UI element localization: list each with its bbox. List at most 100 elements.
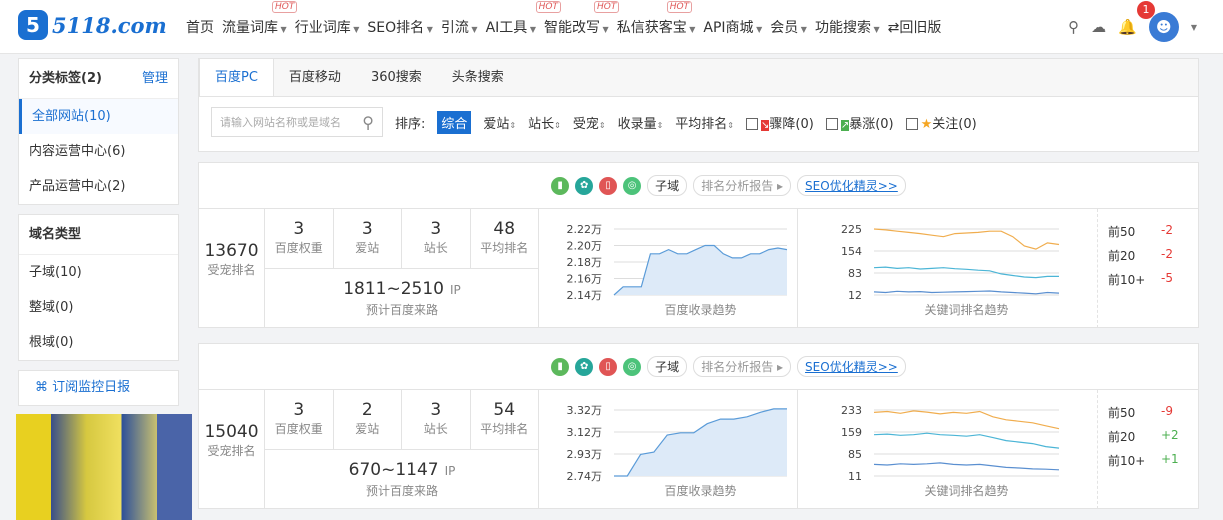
metric: 3 站长 [402, 390, 471, 450]
paw-icon[interactable]: ✿ [575, 176, 594, 195]
domain-item[interactable]: 根域(0) [19, 325, 178, 360]
nav-item[interactable]: SEO排名 ▼ [367, 17, 432, 37]
domain-type-panel: 域名类型 子域(10) 整域(0) 根域(0) [18, 214, 179, 361]
series-area [614, 408, 787, 476]
chevron-down-icon[interactable]: ▼ [1191, 23, 1197, 32]
metric: 3 爱站 [333, 209, 402, 269]
y-tick: 12 [848, 289, 862, 302]
nav-item[interactable]: 引流 ▼ [441, 17, 478, 37]
nav-item[interactable]: API商城 ▼ [703, 17, 762, 37]
bell-icon[interactable]: 🔔 [1118, 18, 1137, 36]
hot-badge: HOT [535, 1, 561, 13]
y-tick: 159 [841, 426, 862, 439]
chevron-down-icon: ▼ [798, 25, 807, 34]
sort-option[interactable]: 收录量⇕ [618, 113, 664, 132]
chevron-down-icon: ▼ [424, 25, 433, 34]
tab-360[interactable]: 360搜索 [356, 59, 437, 96]
chart-title: 百度收录趋势 [664, 302, 736, 317]
star-icon: ★ [920, 116, 933, 132]
avatar[interactable]: ☻ [1148, 12, 1179, 42]
sort-option[interactable]: 综合 [437, 110, 472, 134]
rank-cell: 13670 受宠排名 [199, 209, 265, 328]
metric: 2 爱站 [333, 390, 402, 450]
y-tick: 2.93万 [567, 448, 603, 461]
nav-item[interactable]: 首页 [186, 17, 214, 37]
paw-icon[interactable]: ✿ [575, 357, 594, 376]
search-icon[interactable]: ⚲ [362, 113, 374, 132]
mobile-icon[interactable]: ▯ [599, 176, 618, 195]
y-tick: 2.18万 [567, 256, 603, 269]
cloud-download-icon[interactable]: ☁ [1091, 18, 1106, 36]
nav-item[interactable]: 智能改写 ▼ HOT [544, 1, 620, 37]
chart-title: 百度收录趋势 [664, 483, 736, 498]
manage-link[interactable]: 管理 [142, 59, 168, 98]
search-circle-icon[interactable]: ◎ [623, 176, 642, 195]
hot-badge: HOT [272, 1, 298, 13]
chart-icon[interactable]: ▮ [551, 357, 570, 376]
rank-report-button[interactable]: 排名分析报告 ▸ [693, 356, 792, 377]
nav-item[interactable]: 会员 ▼ [770, 17, 807, 37]
chevron-down-icon: ▼ [753, 25, 763, 34]
sort-option[interactable]: 爱站⇕ [483, 113, 516, 132]
traffic-estimate: 670~1147 IP 预计百度来路 [348, 460, 456, 498]
search-circle-icon[interactable]: ◎ [623, 357, 642, 376]
y-tick: 3.32万 [567, 404, 603, 417]
rank-report-button[interactable]: 排名分析报告 ▸ [693, 175, 792, 196]
category-panel: 分类标签(2) 管理 全部网站(10) 内容运营中心(6) 产品运营中心(2) [18, 58, 179, 205]
index-trend-chart: 3.32万 3.12万 2.93万 2.74万百度收录趋势 [567, 404, 787, 498]
domain-type-title: 域名类型 [29, 227, 82, 242]
top-rank-change: 前50 -9 [1108, 404, 1173, 420]
drop-filter[interactable]: ↘骤降(0) [746, 113, 814, 132]
sort-label: 排序: [395, 116, 426, 132]
nav-item[interactable]: 私信获客宝 ▼ HOT [617, 1, 696, 37]
y-tick: 2.22万 [567, 223, 603, 236]
tab-toutiao[interactable]: 头条搜索 [437, 59, 519, 96]
follow-filter[interactable]: ★关注(0) [905, 113, 977, 132]
rss-icon: ⌘ [35, 380, 48, 395]
top-rank-change: 前10+ +1 [1108, 452, 1179, 468]
category-item[interactable]: 产品运营中心(2) [19, 169, 178, 204]
domain-item[interactable]: 整域(0) [19, 290, 178, 325]
metric: 3 百度权重 [265, 390, 334, 450]
sort-option[interactable]: 站长⇕ [528, 113, 561, 132]
y-tick: 2.20万 [567, 240, 603, 253]
main-nav: 首页 流量词库 ▼ HOT 行业词库 ▼ SEO排名 ▼ 引流 ▼ AI工具 ▼ HOT 智能改… [186, 1, 942, 37]
mobile-icon[interactable]: ▯ [599, 357, 618, 376]
rank-cell: 15040 受宠排名 [199, 390, 265, 509]
sort-option[interactable]: 平均排名⇕ [675, 113, 734, 132]
y-tick: 85 [848, 448, 862, 461]
subscribe-report-button[interactable]: ⌘ 订阅监控日报 [18, 370, 179, 406]
metric: 54 平均排名 [470, 390, 539, 450]
tab-baidu-pc[interactable]: 百度PC [199, 59, 274, 96]
category-item[interactable]: 全部网站(10) [19, 99, 178, 134]
subdomain-tag: 子域 [647, 175, 688, 196]
top-rank-change: 前50 -2 [1108, 223, 1173, 239]
nav-item[interactable]: AI工具 ▼ HOT [486, 1, 561, 37]
logo[interactable]: 5 5118.com [18, 10, 167, 40]
category-item[interactable]: 内容运营中心(6) [19, 134, 178, 169]
nav-item[interactable]: 行业词库 ▼ [295, 17, 360, 37]
subdomain-tag: 子域 [647, 356, 688, 377]
domain-item[interactable]: 子域(10) [19, 255, 178, 290]
hot-badge: HOT [594, 1, 620, 13]
seo-wizard-link[interactable]: SEO优化精灵>> [797, 175, 906, 196]
surge-filter[interactable]: ↗暴涨(0) [825, 113, 894, 132]
traffic-estimate: 1811~2510 IP 预计百度来路 [343, 279, 461, 317]
nav-item[interactable]: 流量词库 ▼ HOT [222, 1, 298, 37]
site-search-input[interactable]: 请输入网站名称或是域名 ⚲ [211, 107, 383, 137]
sort-option[interactable]: 受宠⇕ [573, 113, 606, 132]
nav-item[interactable]: ⇄回旧版 [888, 17, 942, 37]
chevron-down-icon: ▼ [686, 25, 696, 34]
search-icon[interactable]: ⚲ [1068, 18, 1079, 36]
surge-icon: ↗ [840, 119, 850, 131]
nav-item[interactable]: 功能搜索 ▼ [815, 17, 880, 37]
chart-icon[interactable]: ▮ [551, 176, 570, 195]
seo-wizard-link[interactable]: SEO优化精灵>> [797, 356, 906, 377]
top-rank-change: 前10+ -5 [1108, 271, 1173, 287]
series-line [873, 290, 1060, 295]
tab-baidu-mobile[interactable]: 百度移动 [274, 59, 356, 96]
keyword-trend-chart: 233 159 85 11 关键词排名趋势 [841, 404, 1060, 498]
blurred-image [16, 414, 192, 520]
top-header: 5 5118.com 首页 流量词库 ▼ HOT 行业词库 ▼ SEO排名 ▼ 引流 ▼ AI… [0, 0, 1223, 54]
y-tick: 83 [848, 267, 862, 280]
